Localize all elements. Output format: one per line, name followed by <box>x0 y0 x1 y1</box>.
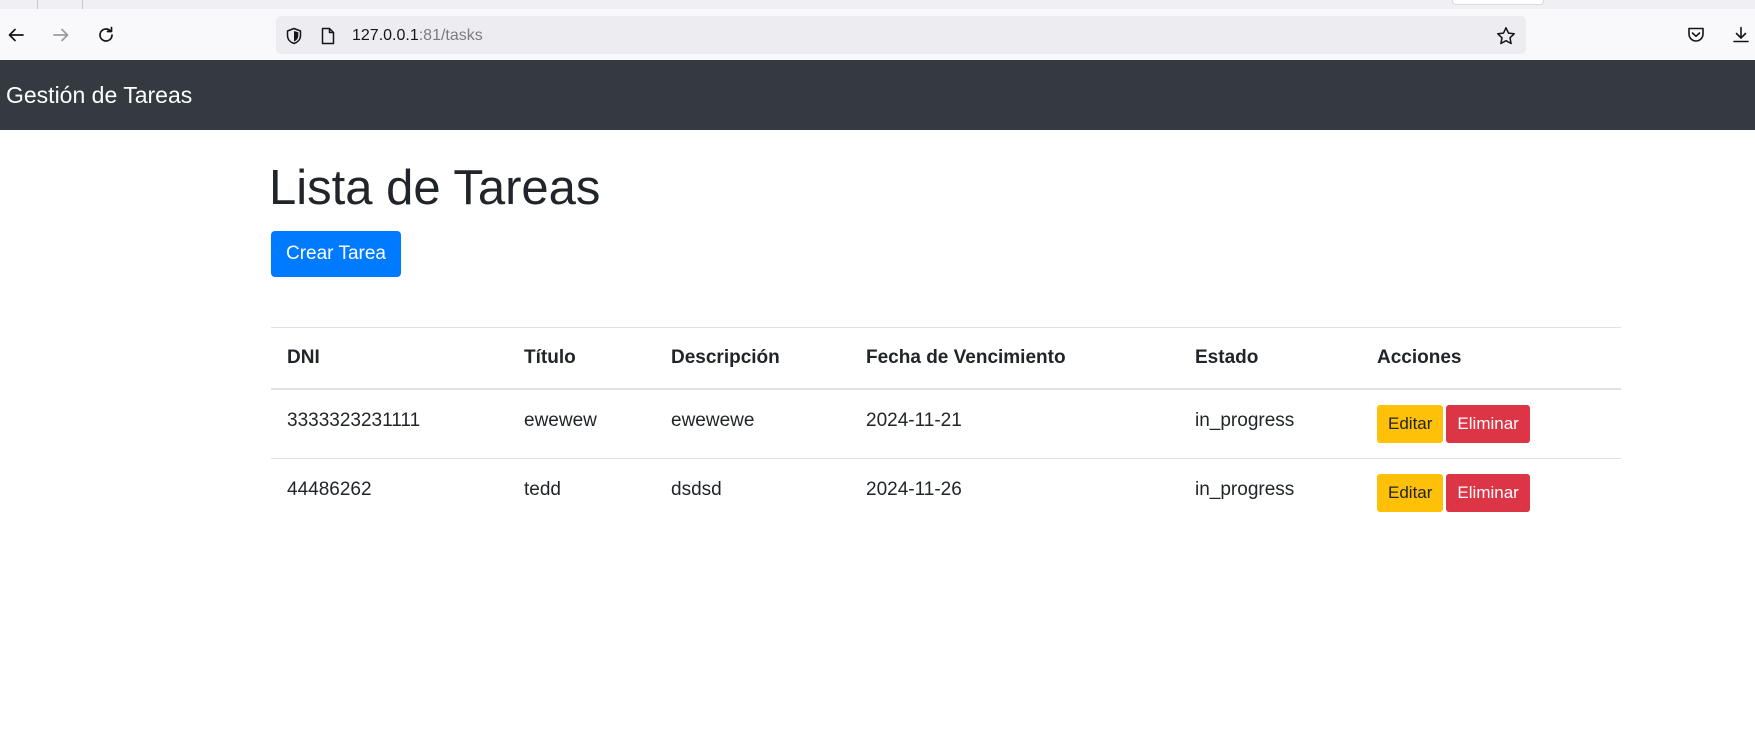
page-icon[interactable] <box>318 26 338 46</box>
cell-titulo: tedd <box>508 459 655 528</box>
descripcion-value: ewewewe <box>671 410 755 431</box>
delete-button[interactable]: Eliminar <box>1446 474 1530 512</box>
table-row: 3333323231111 ewewew ewewewe 2024-11-21 … <box>271 389 1621 459</box>
url-host: 127.0.0.1 <box>352 27 419 44</box>
table-header-row: DNI Título Descripción Fecha de Vencimie… <box>271 327 1621 390</box>
cell-estado: in_progress <box>1179 459 1361 528</box>
titulo-value: ewewew <box>524 410 597 431</box>
cell-acciones: Editar Eliminar <box>1361 389 1621 459</box>
cell-dni: 3333323231111 <box>271 389 508 459</box>
back-arrow-icon[interactable] <box>2 21 30 49</box>
page-title: Lista de Tareas <box>269 161 601 215</box>
column-header-dni: DNI <box>271 327 508 390</box>
cell-fecha: 2024-11-26 <box>850 459 1179 528</box>
titulo-value: tedd <box>524 479 561 500</box>
column-header-fecha: Fecha de Vencimiento <box>850 327 1179 390</box>
column-header-estado: Estado <box>1179 327 1361 390</box>
tab-separator <box>82 0 83 9</box>
edit-button[interactable]: Editar <box>1377 405 1444 443</box>
bookmark-star-icon[interactable] <box>1496 26 1516 46</box>
cell-acciones: Editar Eliminar <box>1361 459 1621 528</box>
delete-button[interactable]: Eliminar <box>1446 405 1530 443</box>
edit-button[interactable]: Editar <box>1377 474 1444 512</box>
column-header-descripcion: Descripción <box>655 327 850 390</box>
tasks-table: DNI Título Descripción Fecha de Vencimie… <box>271 327 1621 527</box>
pocket-icon[interactable] <box>1682 21 1710 49</box>
dni-value: 3333323231111 <box>287 410 421 431</box>
column-header-titulo: Título <box>508 327 655 390</box>
url-text[interactable]: 127.0.0.1:81/tasks <box>352 27 483 45</box>
table-row: 44486262 tedd dsdsd 2024-11-26 in_progre… <box>271 459 1621 528</box>
estado-value: in_progress <box>1195 479 1295 500</box>
cell-descripcion: ewewewe <box>655 389 850 459</box>
url-path: :81/tasks <box>418 27 483 44</box>
cell-descripcion: dsdsd <box>655 459 850 528</box>
descripcion-value: dsdsd <box>671 479 722 500</box>
cell-fecha: 2024-11-21 <box>850 389 1179 459</box>
shield-icon[interactable] <box>284 26 304 46</box>
create-task-button[interactable]: Crear Tarea <box>271 231 401 277</box>
estado-value: in_progress <box>1195 410 1295 431</box>
cell-titulo: ewewew <box>508 389 655 459</box>
reload-icon[interactable] <box>92 21 120 49</box>
navbar-brand[interactable]: Gestión de Tareas <box>6 82 192 109</box>
column-header-acciones: Acciones <box>1361 327 1621 390</box>
tab-separator <box>37 0 38 9</box>
browser-tab[interactable] <box>1452 0 1544 5</box>
browser-tabstrip <box>0 0 1755 9</box>
fecha-value: 2024-11-21 <box>866 410 962 431</box>
app-navbar: Gestión de Tareas <box>0 60 1755 130</box>
download-icon[interactable] <box>1727 21 1755 49</box>
cell-estado: in_progress <box>1179 389 1361 459</box>
forward-arrow-icon[interactable] <box>47 21 75 49</box>
fecha-value: 2024-11-26 <box>866 479 962 500</box>
cell-dni: 44486262 <box>271 459 508 528</box>
browser-toolbar: 127.0.0.1:81/tasks <box>0 9 1755 60</box>
url-bar[interactable]: 127.0.0.1:81/tasks <box>276 16 1526 54</box>
dni-value: 44486262 <box>287 479 372 500</box>
